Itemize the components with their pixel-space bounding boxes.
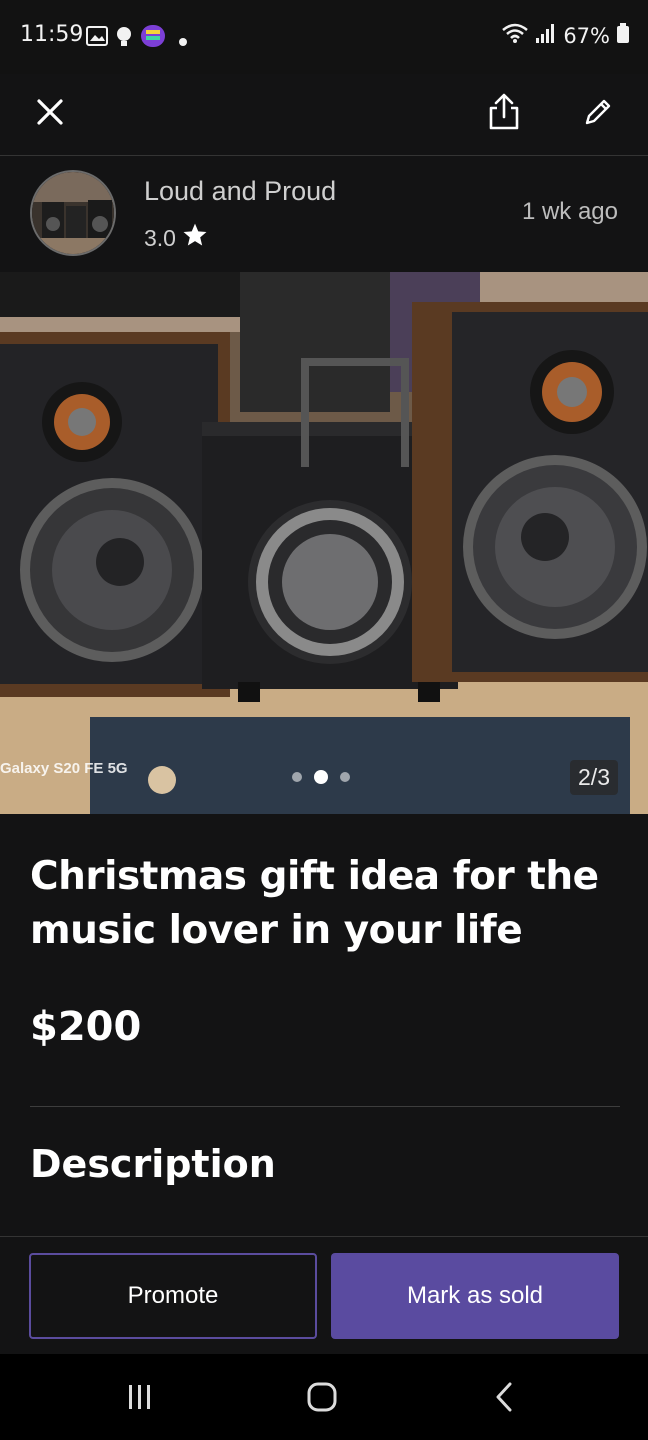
dot-icon	[178, 32, 188, 51]
battery-percent: 67%	[563, 23, 610, 48]
edit-icon	[583, 97, 613, 131]
share-button[interactable]	[476, 86, 532, 142]
wifi-icon	[501, 22, 529, 49]
carousel-dots	[292, 770, 350, 784]
carousel-dot-active[interactable]	[314, 770, 328, 784]
gallery-icon	[86, 26, 108, 50]
speaker-photo-image	[0, 272, 648, 814]
close-button[interactable]	[22, 86, 78, 142]
listing-title: Christmas gift idea for the music lover …	[30, 854, 599, 953]
mark-as-sold-button[interactable]: Mark as sold	[331, 1253, 619, 1339]
seller-name[interactable]: Loud and Proud	[144, 176, 336, 207]
battery-icon	[616, 22, 630, 49]
listing-photo[interactable]: Galaxy S20 FE 5G 2/3	[0, 272, 648, 814]
promote-button[interactable]: Promote	[29, 1253, 317, 1339]
app-bar	[0, 74, 648, 156]
avatar[interactable]	[30, 170, 116, 256]
seller-rating: 3.0	[144, 222, 208, 254]
posted-time: 1 wk ago	[521, 198, 618, 225]
home-icon	[306, 1381, 338, 1417]
divider	[30, 1106, 620, 1107]
seller-row[interactable]: Loud and Proud 3.0 1 wk ago	[0, 156, 648, 272]
action-bar: Promote Mark as sold	[0, 1236, 648, 1354]
recent-apps-icon	[125, 1382, 155, 1416]
rating-value: 3.0	[144, 224, 176, 251]
close-icon	[36, 98, 64, 130]
carousel-dot[interactable]	[340, 772, 350, 782]
back-button[interactable]	[474, 1374, 534, 1424]
recent-apps-button[interactable]	[110, 1374, 170, 1424]
bulb-icon	[116, 26, 132, 52]
status-time: 11:59	[20, 22, 84, 47]
edit-button[interactable]	[570, 86, 626, 142]
carousel-dot[interactable]	[292, 772, 302, 782]
photo-counter: 2/3	[570, 760, 618, 795]
camera-watermark: Galaxy S20 FE 5G	[0, 760, 128, 777]
app-icon	[140, 24, 166, 52]
share-icon	[487, 93, 521, 135]
listing-price: $200	[30, 1004, 142, 1050]
navigation-bar	[0, 1354, 648, 1440]
signal-icon	[535, 22, 557, 49]
star-icon	[182, 222, 208, 254]
status-bar: 11:59 67%	[0, 0, 648, 74]
home-button[interactable]	[292, 1374, 352, 1424]
description-heading: Description	[30, 1142, 276, 1186]
back-icon	[492, 1381, 516, 1417]
